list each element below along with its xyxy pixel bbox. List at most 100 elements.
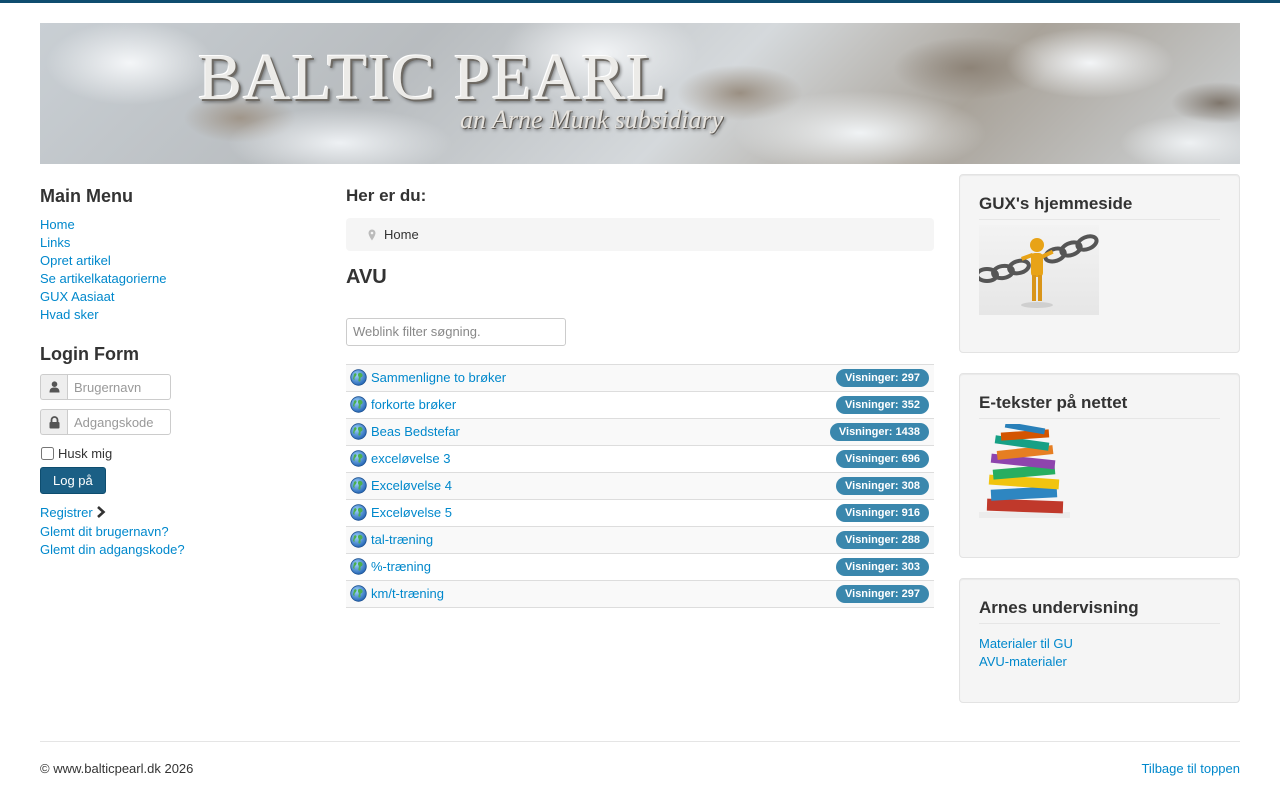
weblinks-table: Sammenligne to brøker Visninger: 297 for… (346, 363, 934, 608)
arnes-module: Arnes undervisning Materialer til GU AVU… (959, 578, 1240, 703)
weblink-filter-input[interactable] (346, 317, 566, 346)
forgot-password-item: Glemt din adgangskode? (40, 541, 330, 559)
banner-subtitle: an Arne Munk subsidiary (460, 105, 724, 134)
hits-badge: Visninger: 297 (836, 368, 929, 387)
login-links: Registrer Glemt dit brugernavn? Glemt di… (40, 504, 330, 559)
remember-me[interactable]: Husk mig (40, 446, 330, 461)
login-form: Husk mig Log på Registrer Glemt dit brug… (40, 374, 330, 559)
breadcrumb-home: Home (384, 227, 419, 242)
register-link[interactable]: Registrer (40, 505, 106, 520)
map-marker-icon (368, 229, 376, 241)
avu-materialer-link[interactable]: AVU-materialer (979, 654, 1067, 669)
username-group (40, 374, 330, 400)
gux-module-title: GUX's hjemmeside (979, 194, 1220, 220)
weblink[interactable]: Beas Bedstefar (371, 424, 830, 439)
globe-icon (350, 450, 367, 467)
chevron-right-icon (96, 505, 106, 523)
remember-me-label: Husk mig (58, 446, 113, 461)
globe-icon (350, 585, 367, 602)
table-row: Beas Bedstefar Visninger: 1438 (346, 418, 934, 446)
register-label: Registrer (40, 505, 93, 520)
forgot-username-item: Glemt dit brugernavn? (40, 523, 330, 541)
menu-item-hvad-sker: Hvad sker (40, 306, 330, 324)
menu-link-categories[interactable]: Se artikelkatagorierne (40, 271, 166, 286)
hits-badge: Visninger: 916 (836, 503, 929, 522)
hits-badge: Visninger: 1438 (829, 422, 929, 441)
table-row: Sammenligne to brøker Visninger: 297 (346, 364, 934, 392)
menu-item-create-article: Opret artikel (40, 252, 330, 270)
remember-me-checkbox[interactable] (41, 447, 54, 460)
gux-module: GUX's hjemmeside (959, 174, 1240, 353)
table-row: Exceløvelse 4 Visninger: 308 (346, 472, 934, 500)
arnes-module-title: Arnes undervisning (979, 598, 1220, 624)
arnes-links: Materialer til GU AVU-materialer (979, 635, 1220, 671)
footer-copyright: © www.balticpearl.dk 2026 (40, 761, 194, 776)
main-menu-title: Main Menu (40, 186, 133, 206)
left-sidebar: Main Menu Home Links Opret artikel Se ar… (40, 186, 330, 559)
etekster-module-title: E-tekster på nettet (979, 393, 1220, 419)
table-row: forkorte brøker Visninger: 352 (346, 392, 934, 419)
materialer-gu-link[interactable]: Materialer til GU (979, 636, 1073, 651)
globe-icon (350, 531, 367, 548)
chain-figure-image[interactable] (979, 225, 1099, 315)
top-accent-line (0, 0, 1280, 3)
arnes-link-item: AVU-materialer (979, 653, 1220, 671)
hits-badge: Visninger: 308 (836, 476, 929, 495)
globe-icon (350, 423, 367, 440)
menu-item-gux-aasiaat: GUX Aasiaat (40, 288, 330, 306)
globe-icon (350, 477, 367, 494)
breadcrumb: Home (346, 218, 934, 251)
hits-badge: Visninger: 696 (836, 449, 929, 468)
login-button[interactable]: Log på (40, 467, 106, 494)
hits-badge: Visninger: 297 (836, 584, 929, 603)
globe-icon (350, 396, 367, 413)
table-row: %-træning Visninger: 303 (346, 554, 934, 581)
weblink[interactable]: tal-træning (371, 532, 836, 547)
menu-link-home[interactable]: Home (40, 217, 75, 232)
password-group (40, 409, 330, 435)
weblink[interactable]: Sammenligne to brøker (371, 370, 836, 385)
user-icon (40, 374, 67, 400)
main-content: Her er du: Home AVU Sammenligne to brøke… (346, 186, 934, 608)
table-row: km/t-træning Visninger: 297 (346, 580, 934, 608)
menu-link-hvad-sker[interactable]: Hvad sker (40, 307, 99, 322)
menu-item-categories: Se artikelkatagorierne (40, 270, 330, 288)
table-row: Exceløvelse 5 Visninger: 916 (346, 500, 934, 527)
lock-icon (40, 409, 67, 435)
forgot-username-link[interactable]: Glemt dit brugernavn? (40, 524, 169, 539)
password-input[interactable] (67, 409, 171, 435)
menu-item-links: Links (40, 234, 330, 252)
username-input[interactable] (67, 374, 171, 400)
hits-badge: Visninger: 303 (836, 557, 929, 576)
etekster-module: E-tekster på nettet (959, 373, 1240, 558)
books-stack-image[interactable] (979, 421, 1070, 520)
forgot-password-link[interactable]: Glemt din adgangskode? (40, 542, 185, 557)
weblink[interactable]: Exceløvelse 4 (371, 478, 836, 493)
register-item: Registrer (40, 504, 330, 523)
weblink[interactable]: Exceløvelse 5 (371, 505, 836, 520)
back-to-top-link[interactable]: Tilbage til toppen (1141, 761, 1240, 777)
weblink[interactable]: exceløvelse 3 (371, 451, 836, 466)
weblink[interactable]: %-træning (371, 559, 836, 574)
globe-icon (350, 558, 367, 575)
menu-item-home: Home (40, 216, 330, 234)
weblink[interactable]: km/t-træning (371, 586, 836, 601)
category-title: AVU (346, 266, 387, 288)
main-menu: Home Links Opret artikel Se artikelkatag… (40, 216, 330, 324)
login-form-title: Login Form (40, 344, 139, 364)
table-row: exceløvelse 3 Visninger: 696 (346, 446, 934, 473)
hits-badge: Visninger: 352 (836, 395, 929, 414)
menu-link-create-article[interactable]: Opret artikel (40, 253, 111, 268)
globe-icon (350, 369, 367, 386)
hits-badge: Visninger: 288 (836, 530, 929, 549)
site-banner[interactable]: BALTIC PEARL an Arne Munk subsidiary (40, 23, 1240, 164)
banner-title: BALTIC PEARL (198, 41, 668, 114)
menu-link-links[interactable]: Links (40, 235, 70, 250)
footer-divider (40, 741, 1240, 742)
weblink[interactable]: forkorte brøker (371, 397, 836, 412)
breadcrumb-title: Her er du: (346, 186, 427, 205)
globe-icon (350, 504, 367, 521)
menu-link-gux-aasiaat[interactable]: GUX Aasiaat (40, 289, 114, 304)
arnes-link-item: Materialer til GU (979, 635, 1220, 653)
table-row: tal-træning Visninger: 288 (346, 526, 934, 554)
